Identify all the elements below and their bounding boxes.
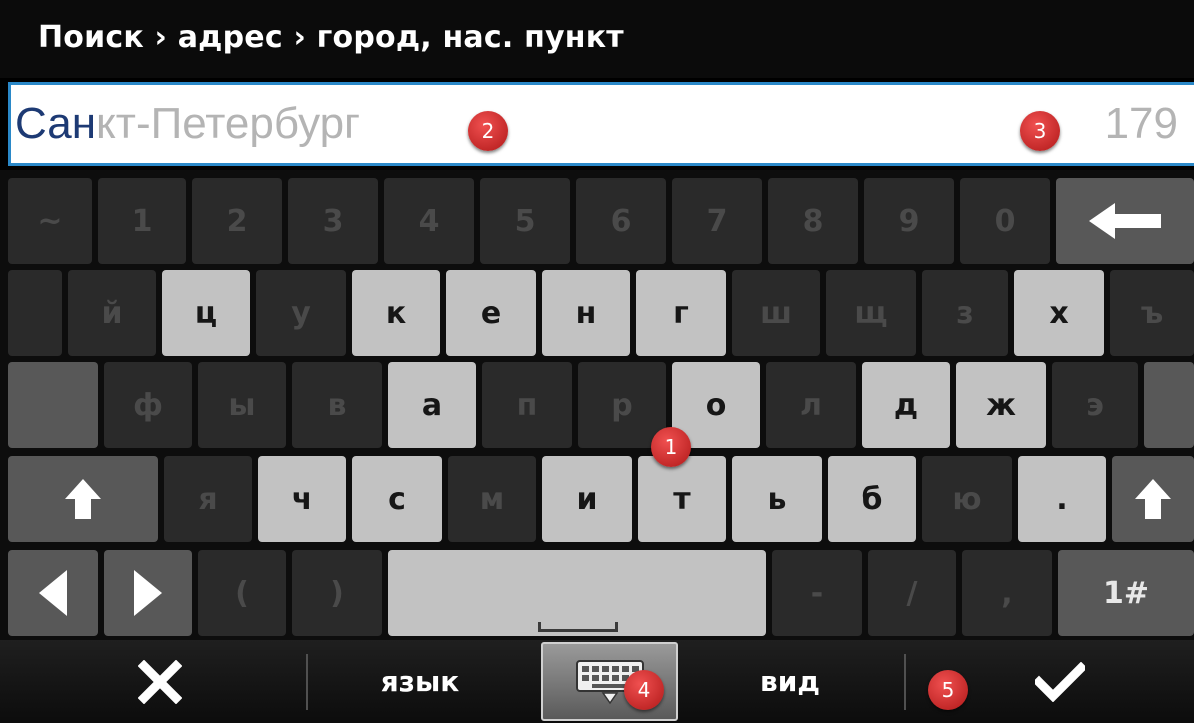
shift-arrow-icon [65,479,101,519]
key-ж[interactable]: ж [956,362,1046,448]
confirm-button[interactable] [990,640,1130,723]
key-blank-right [1144,362,1194,448]
key-а[interactable]: а [388,362,476,448]
key-ы[interactable]: ы [198,362,286,448]
key-з[interactable]: з [922,270,1008,356]
key-к[interactable]: к [352,270,440,356]
language-button[interactable]: язык [330,640,510,723]
key-щ[interactable]: щ [826,270,916,356]
key-ч[interactable]: ч [258,456,346,542]
key-dash[interactable]: - [772,550,862,636]
key-м[interactable]: м [448,456,536,542]
cancel-button[interactable] [60,640,260,723]
key-г[interactable]: г [636,270,726,356]
key-р[interactable]: р [578,362,666,448]
key-9[interactable]: 9 [864,178,954,264]
key-4[interactable]: 4 [384,178,474,264]
backspace-key[interactable] [1056,178,1194,264]
key-ь[interactable]: ь [732,456,822,542]
key-в[interactable]: в [292,362,382,448]
cursor-left-key[interactable] [8,550,98,636]
checkmark-icon [1035,661,1085,702]
key-д[interactable]: д [862,362,950,448]
key-п[interactable]: п [482,362,572,448]
key-blank-left [8,270,62,356]
key-2[interactable]: 2 [192,178,282,264]
annotation-marker-4: 4 [624,670,664,710]
key-й[interactable]: й [68,270,156,356]
key-0[interactable]: 0 [960,178,1050,264]
key-3[interactable]: 3 [288,178,378,264]
key-period[interactable]: . [1018,456,1106,542]
annotation-marker-1: 1 [651,427,691,467]
key-tilde[interactable]: ~ [8,178,92,264]
key-5[interactable]: 5 [480,178,570,264]
key-б[interactable]: б [828,456,916,542]
arrow-right-icon [134,570,162,616]
annotation-marker-2: 2 [468,111,508,151]
key-ш[interactable]: ш [732,270,820,356]
shift-key-right[interactable] [1112,456,1194,542]
typed-text: Сан [15,99,97,148]
key-ъ[interactable]: ъ [1110,270,1194,356]
key-и[interactable]: и [542,456,632,542]
key-х[interactable]: х [1014,270,1104,356]
annotation-marker-3: 3 [1020,111,1060,151]
key-open-paren[interactable]: ( [198,550,286,636]
key-6[interactable]: 6 [576,178,666,264]
key-ц[interactable]: ц [162,270,250,356]
key-л[interactable]: л [766,362,856,448]
key-ю[interactable]: ю [922,456,1012,542]
key-1[interactable]: 1 [98,178,186,264]
key-у[interactable]: у [256,270,346,356]
shift-key-left[interactable] [8,456,158,542]
annotation-marker-5: 5 [928,670,968,710]
view-button[interactable]: вид [700,640,880,723]
toolbar-separator-2 [904,654,906,710]
symbols-mode-key[interactable]: 1# [1058,550,1194,636]
key-ф[interactable]: ф [104,362,192,448]
search-input[interactable]: Санкт-Петербург 179 [8,82,1194,166]
key-slash[interactable]: / [868,550,956,636]
key-7[interactable]: 7 [672,178,762,264]
toolbar-separator [306,654,308,710]
header-bar: Поиск › адрес › город, нас. пункт [0,0,1194,78]
backspace-arrow-icon [1089,203,1161,239]
key-т[interactable]: т [638,456,726,542]
close-icon [138,659,182,704]
key-э[interactable]: э [1052,362,1138,448]
key-blank-left-2 [8,362,98,448]
search-input-text: Санкт-Петербург [15,99,360,149]
key-я[interactable]: я [164,456,252,542]
key-close-paren[interactable]: ) [292,550,382,636]
autocomplete-suggestion: кт-Петербург [96,99,361,148]
breadcrumb-title: Поиск › адрес › город, нас. пункт [38,20,624,55]
space-notch-decoration [538,622,618,632]
result-count: 179 [1104,99,1178,148]
key-с[interactable]: с [352,456,442,542]
arrow-left-icon [39,570,67,616]
key-8[interactable]: 8 [768,178,858,264]
key-н[interactable]: н [542,270,630,356]
cursor-right-key[interactable] [104,550,192,636]
key-comma[interactable]: , [962,550,1052,636]
shift-arrow-icon-right [1135,479,1171,519]
key-е[interactable]: е [446,270,536,356]
